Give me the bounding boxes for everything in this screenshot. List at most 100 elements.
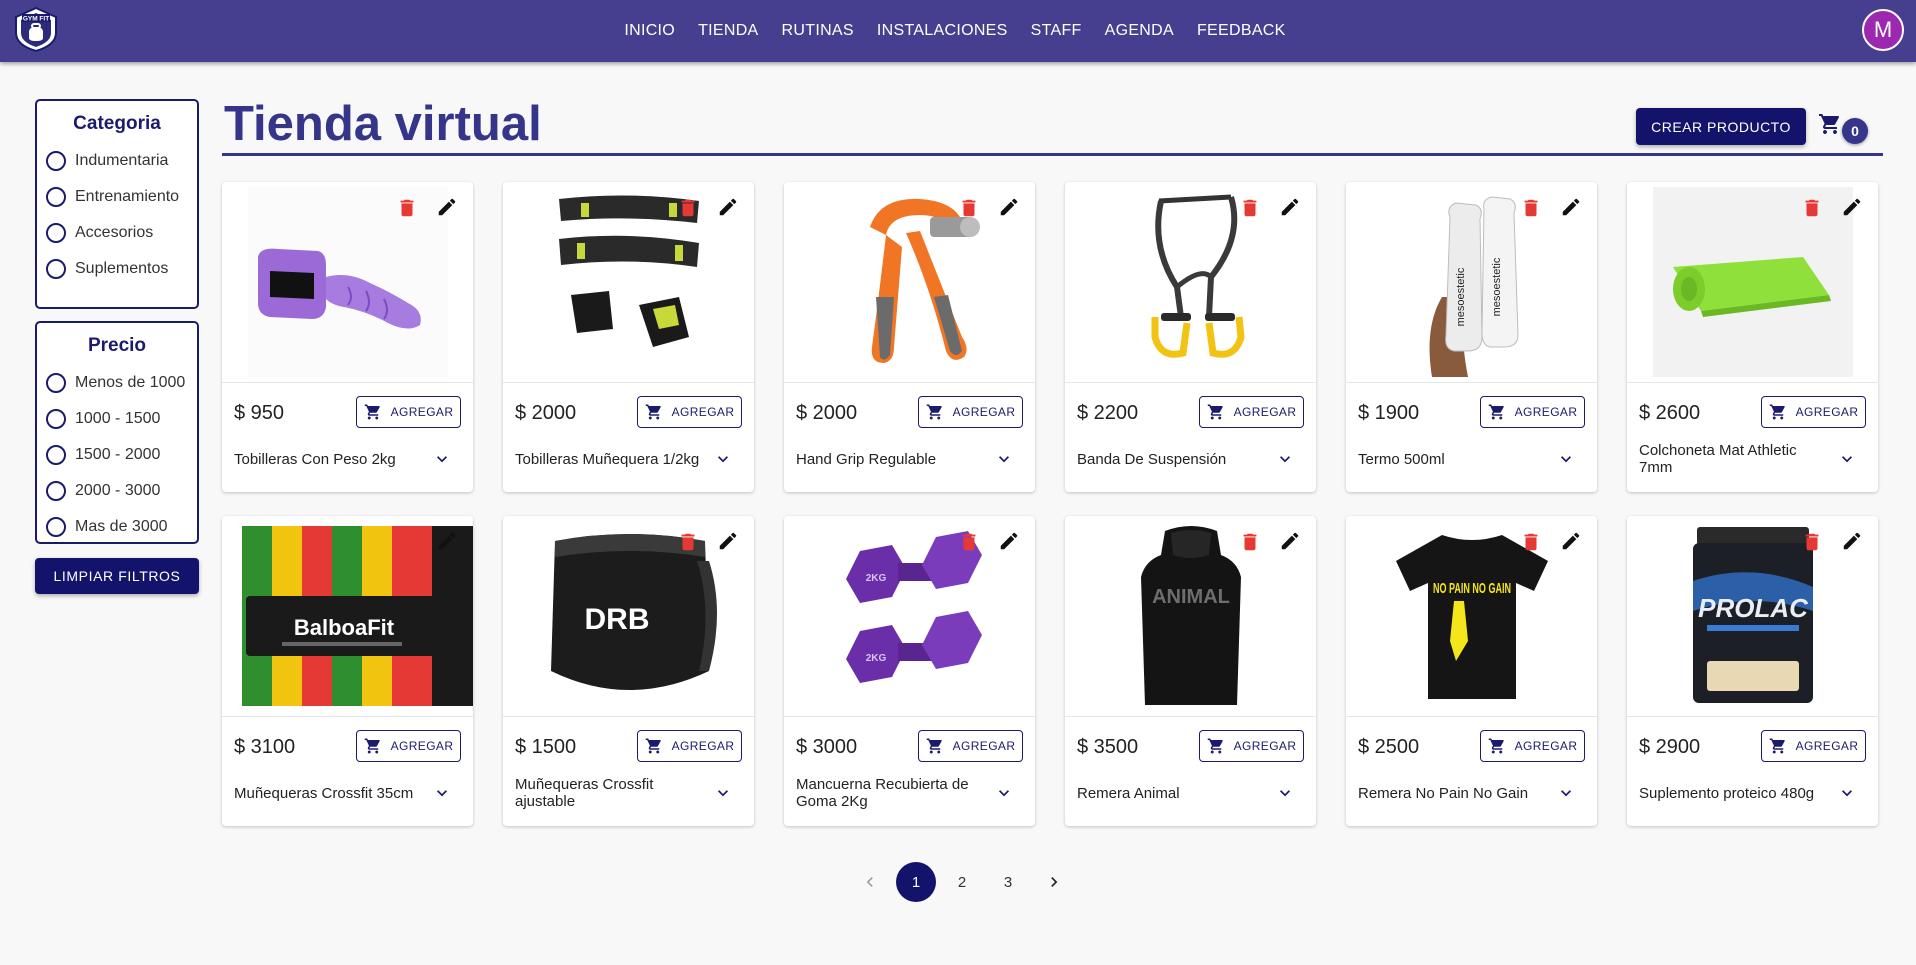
delete-product-button[interactable] bbox=[1520, 196, 1542, 220]
add-to-cart-button[interactable]: AGREGAR bbox=[1480, 730, 1585, 762]
expand-button[interactable] bbox=[994, 783, 1014, 803]
nav-agenda[interactable]: AGENDA bbox=[1105, 22, 1174, 40]
delete-product-button[interactable] bbox=[1239, 196, 1261, 220]
expand-button[interactable] bbox=[432, 783, 452, 803]
radio-button[interactable] bbox=[46, 223, 66, 243]
delete-product-button[interactable] bbox=[1239, 530, 1261, 554]
next-page-button[interactable] bbox=[1034, 862, 1074, 902]
nav-rutinas[interactable]: RUTINAS bbox=[782, 22, 854, 40]
add-to-cart-button[interactable]: AGREGAR bbox=[918, 730, 1023, 762]
category-option[interactable]: Accesorios bbox=[37, 215, 197, 251]
trash-icon bbox=[400, 199, 414, 217]
add-to-cart-button[interactable]: AGREGAR bbox=[637, 730, 742, 762]
nav-tienda[interactable]: TIENDA bbox=[698, 22, 758, 40]
radio-button[interactable] bbox=[46, 187, 66, 207]
product-card: $ 2000 AGREGAR Hand Grip Regulable bbox=[784, 182, 1035, 492]
expand-button[interactable] bbox=[1837, 783, 1857, 803]
add-to-cart-button[interactable]: AGREGAR bbox=[1480, 396, 1585, 428]
radio-button[interactable] bbox=[46, 373, 66, 393]
dumbbell-weight-text: 2KG bbox=[865, 653, 886, 664]
page-button-2[interactable]: 2 bbox=[942, 862, 982, 902]
expand-button[interactable] bbox=[432, 449, 452, 469]
edit-product-button[interactable] bbox=[1560, 530, 1582, 552]
edit-product-button[interactable] bbox=[1841, 196, 1863, 218]
brace-brand-text: DRB bbox=[584, 603, 649, 636]
delete-product-button[interactable] bbox=[396, 196, 418, 220]
shirt-print-text: ANIMAL bbox=[1152, 586, 1230, 608]
radio-button[interactable] bbox=[46, 517, 66, 537]
delete-product-button[interactable] bbox=[396, 530, 418, 554]
price-option[interactable]: 2000 - 3000 bbox=[37, 473, 197, 509]
category-option[interactable]: Entrenamiento bbox=[37, 179, 197, 215]
edit-product-button[interactable] bbox=[717, 530, 739, 552]
delete-product-button[interactable] bbox=[1801, 196, 1823, 220]
price-option[interactable]: 1000 - 1500 bbox=[37, 401, 197, 437]
delete-product-button[interactable] bbox=[958, 530, 980, 554]
category-option[interactable]: Indumentaria bbox=[37, 143, 197, 179]
user-avatar[interactable]: M bbox=[1862, 9, 1904, 51]
add-to-cart-button[interactable]: AGREGAR bbox=[356, 396, 461, 428]
expand-button[interactable] bbox=[994, 449, 1014, 469]
nav-inicio[interactable]: INICIO bbox=[624, 22, 675, 40]
add-to-cart-button[interactable]: AGREGAR bbox=[1761, 730, 1866, 762]
add-to-cart-button[interactable]: AGREGAR bbox=[1761, 396, 1866, 428]
page-button-1[interactable]: 1 bbox=[896, 862, 936, 902]
nav-instalaciones[interactable]: INSTALACIONES bbox=[877, 22, 1008, 40]
delete-product-button[interactable] bbox=[677, 530, 699, 554]
expand-button[interactable] bbox=[713, 783, 733, 803]
radio-button[interactable] bbox=[46, 409, 66, 429]
edit-product-button[interactable] bbox=[998, 196, 1020, 218]
trash-icon bbox=[681, 533, 695, 551]
card-divider bbox=[1627, 716, 1878, 717]
product-name: Banda De Suspensión bbox=[1077, 450, 1227, 468]
edit-product-button[interactable] bbox=[1279, 196, 1301, 218]
edit-product-button[interactable] bbox=[717, 196, 739, 218]
edit-product-button[interactable] bbox=[998, 530, 1020, 552]
add-label: AGREGAR bbox=[671, 739, 735, 753]
add-to-cart-button[interactable]: AGREGAR bbox=[637, 396, 742, 428]
cart-icon bbox=[1769, 404, 1785, 420]
edit-product-button[interactable] bbox=[436, 196, 458, 218]
delete-product-button[interactable] bbox=[677, 196, 699, 220]
expand-button[interactable] bbox=[1556, 783, 1576, 803]
category-option[interactable]: Suplementos bbox=[37, 251, 197, 287]
add-to-cart-button[interactable]: AGREGAR bbox=[918, 396, 1023, 428]
price-option[interactable]: Menos de 1000 bbox=[37, 365, 197, 401]
expand-button[interactable] bbox=[1275, 449, 1295, 469]
create-product-button[interactable]: CREAR PRODUCTO bbox=[1636, 108, 1806, 145]
delete-product-button[interactable] bbox=[1801, 530, 1823, 554]
radio-button[interactable] bbox=[46, 481, 66, 501]
wrap-brand-text: BalboaFit bbox=[294, 615, 395, 640]
expand-button[interactable] bbox=[1556, 449, 1576, 469]
delete-product-button[interactable] bbox=[1520, 530, 1542, 554]
clear-filters-button[interactable]: LIMPIAR FILTROS bbox=[35, 558, 199, 594]
edit-product-button[interactable] bbox=[1560, 196, 1582, 218]
cart-button[interactable]: 0 bbox=[1818, 110, 1868, 146]
radio-button[interactable] bbox=[46, 151, 66, 171]
page-button-3[interactable]: 3 bbox=[988, 862, 1028, 902]
trash-icon bbox=[1524, 533, 1538, 551]
price-option[interactable]: Mas de 3000 bbox=[37, 509, 197, 542]
dumbbell-weight-text: 2KG bbox=[865, 573, 886, 584]
expand-button[interactable] bbox=[1275, 783, 1295, 803]
chevron-down-icon bbox=[437, 456, 447, 463]
card-divider bbox=[222, 716, 473, 717]
product-name: Termo 500ml bbox=[1358, 450, 1445, 468]
radio-button[interactable] bbox=[46, 445, 66, 465]
edit-product-button[interactable] bbox=[1279, 530, 1301, 552]
nav-staff[interactable]: STAFF bbox=[1031, 22, 1082, 40]
expand-button[interactable] bbox=[713, 449, 733, 469]
radio-button[interactable] bbox=[46, 259, 66, 279]
add-to-cart-button[interactable]: AGREGAR bbox=[1199, 730, 1304, 762]
edit-product-button[interactable] bbox=[436, 530, 458, 552]
nav-feedback[interactable]: FEEDBACK bbox=[1197, 22, 1286, 40]
edit-product-button[interactable] bbox=[1841, 530, 1863, 552]
expand-button[interactable] bbox=[1837, 449, 1857, 469]
previous-page-button[interactable] bbox=[850, 862, 890, 902]
product-card: BalboaFit $ 3100 AGREGAR Muñequeras Cros… bbox=[222, 516, 473, 826]
add-to-cart-button[interactable]: AGREGAR bbox=[1199, 396, 1304, 428]
price-option[interactable]: 1500 - 2000 bbox=[37, 437, 197, 473]
delete-product-button[interactable] bbox=[958, 196, 980, 220]
add-to-cart-button[interactable]: AGREGAR bbox=[356, 730, 461, 762]
option-label: Mas de 3000 bbox=[75, 518, 168, 535]
